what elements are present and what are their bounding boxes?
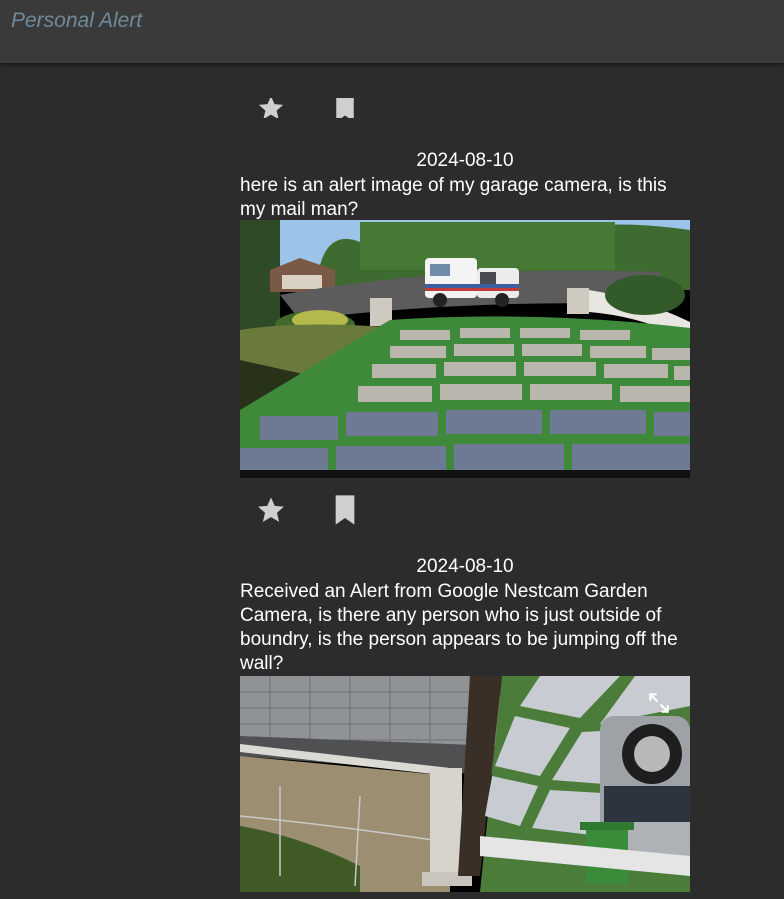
star-icon[interactable] [255,494,287,531]
bookmark-icon[interactable] [333,494,357,531]
alert-image-garden-camera[interactable] [240,676,690,892]
alert-date: 2024-08-10 [416,150,514,171]
app-bar: Personal Alert [0,0,784,63]
alert-actions [240,494,690,534]
app-title: Personal Alert [11,9,143,32]
alert-image-garage-camera[interactable] [240,220,690,478]
alert-message: Received an Alert from Google Nestcam Ga… [240,581,678,674]
bookmark-icon[interactable] [333,98,357,118]
previous-card-actions [240,98,690,118]
expand-icon[interactable] [646,690,672,716]
star-icon[interactable] [255,98,287,118]
alert-message: here is an alert image of my garage came… [240,175,667,220]
alert-date: 2024-08-10 [416,556,514,577]
